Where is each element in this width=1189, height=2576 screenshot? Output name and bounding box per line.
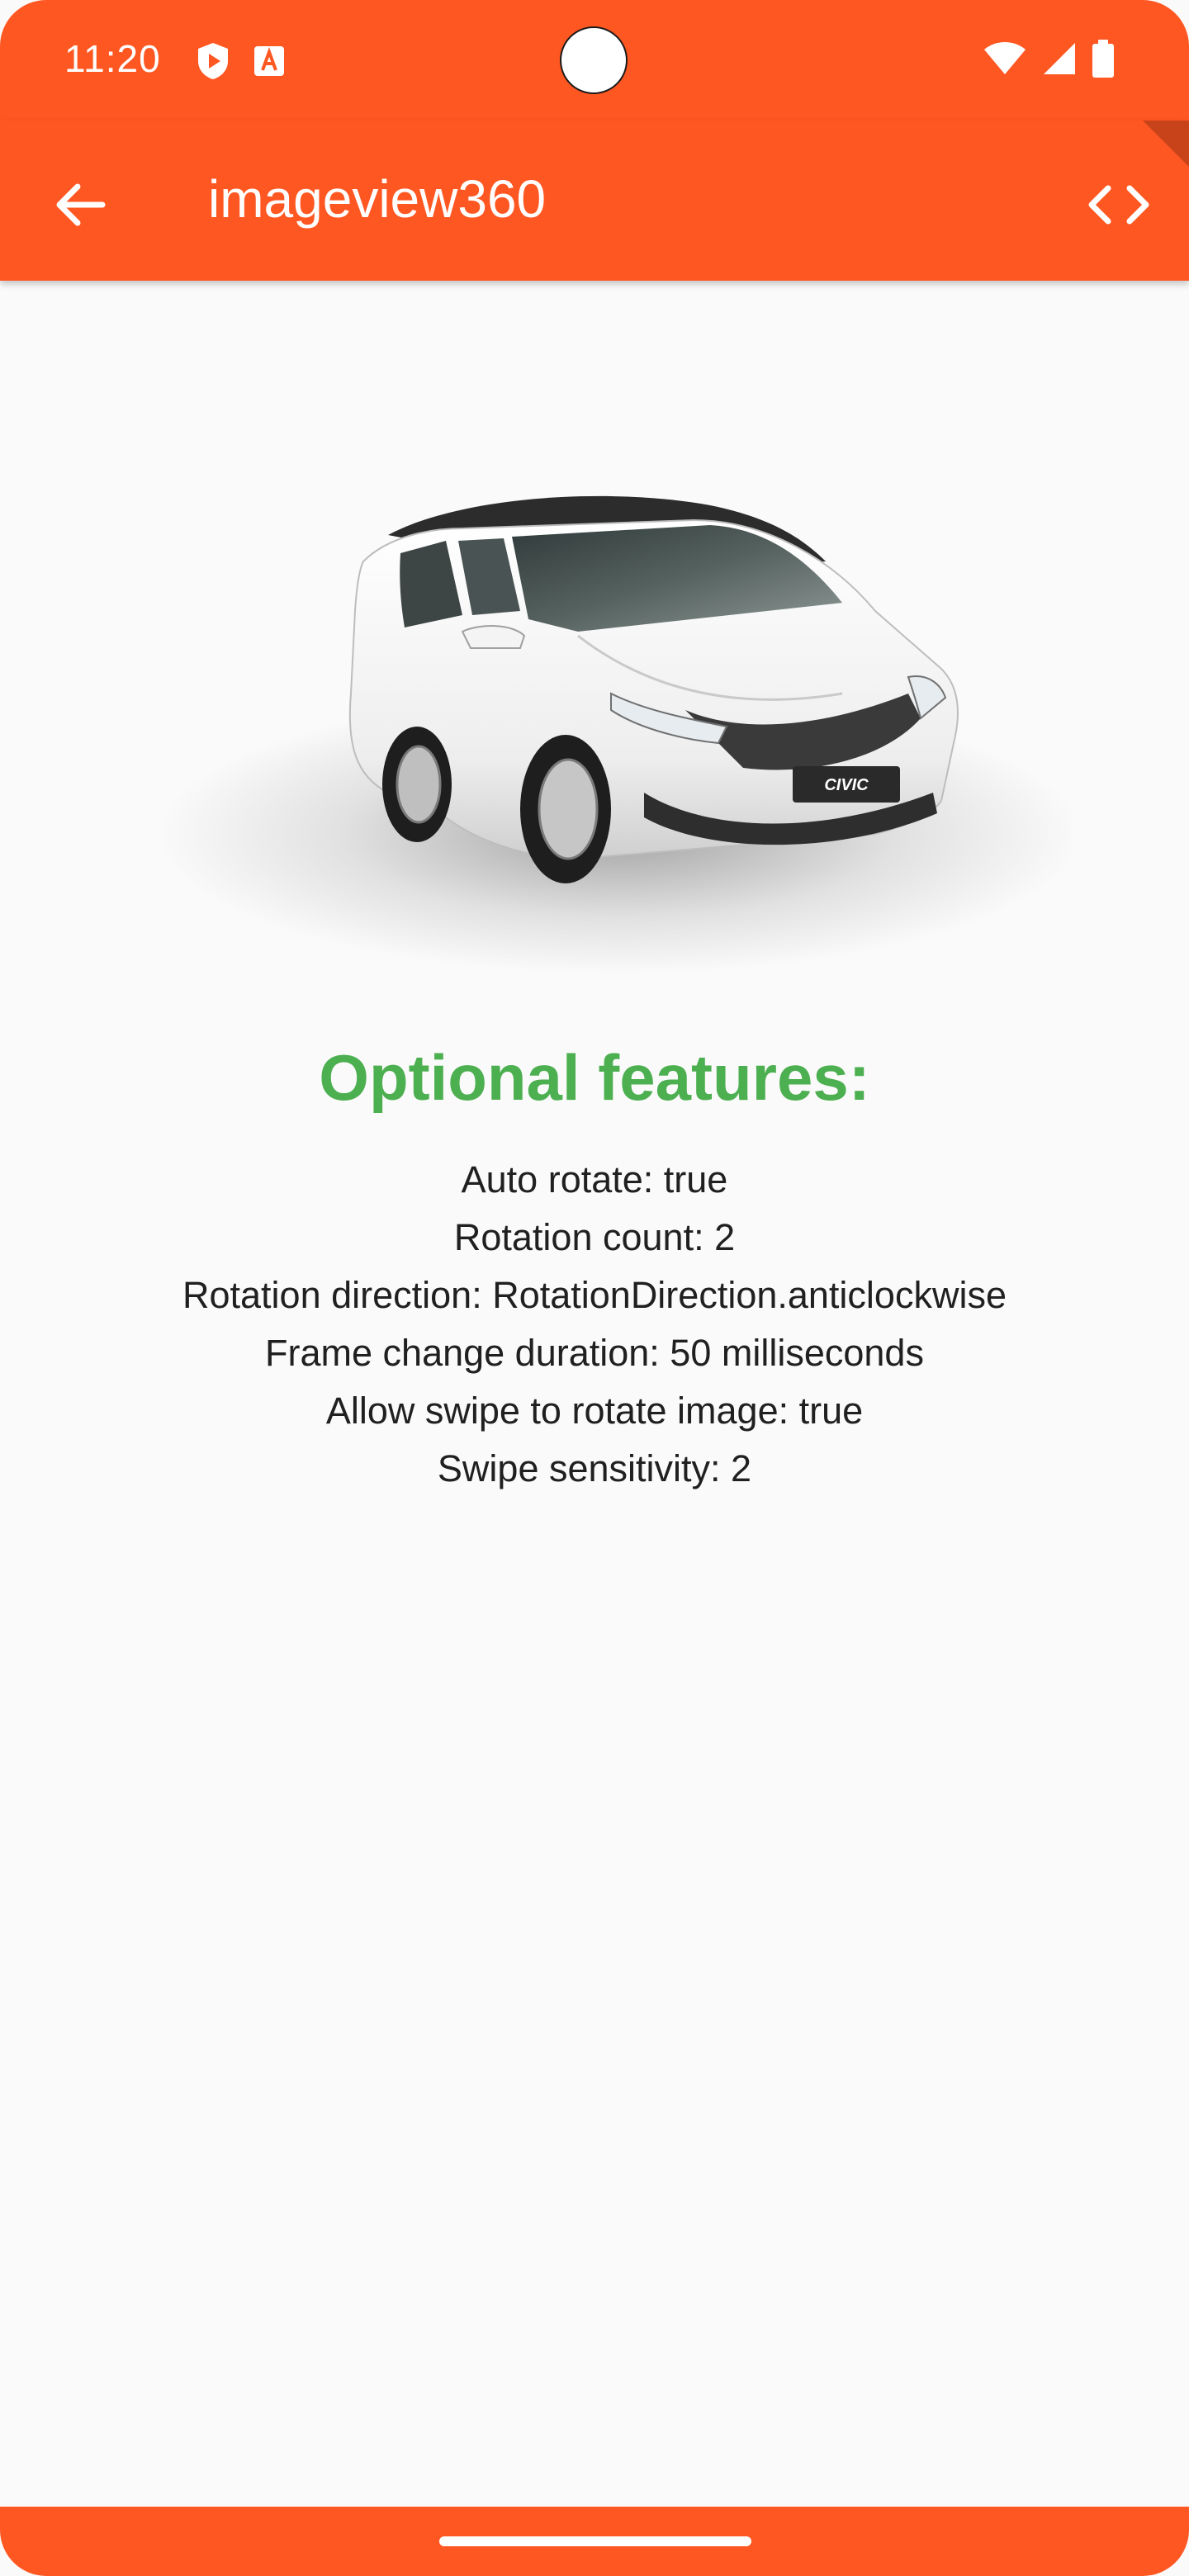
status-time: 11:20 <box>64 37 161 80</box>
shield-play-icon <box>195 41 231 85</box>
home-indicator[interactable] <box>439 2536 751 2546</box>
debug-ribbon <box>1143 121 1189 167</box>
font-a-icon <box>253 45 286 82</box>
battery-icon <box>1092 40 1115 82</box>
page-title: imageview360 <box>208 169 547 229</box>
feature-rotation-count: Rotation count: 2 <box>453 1216 736 1258</box>
car-360-image[interactable]: CIVIC <box>116 446 1082 1024</box>
navigation-bar <box>0 2507 1189 2576</box>
wifi-icon <box>983 41 1026 80</box>
feature-allow-swipe: Allow swipe to rotate image: true <box>325 1390 864 1432</box>
feature-auto-rotate: Auto rotate: true <box>461 1158 728 1200</box>
feature-frame-duration: Frame change duration: 50 milliseconds <box>265 1332 924 1374</box>
code-brackets-icon <box>1088 185 1149 225</box>
features-title: Optional features: <box>319 1041 870 1114</box>
feature-rotation-direction: Rotation direction: RotationDirection.an… <box>182 1274 1007 1316</box>
signal-icon <box>1042 41 1077 80</box>
back-button[interactable] <box>48 172 114 238</box>
model-badge-text: CIVIC <box>824 776 869 794</box>
app-screen: 11:20 imageview360 CIVIC Optional featur… <box>0 0 1189 2576</box>
arrow-back-icon <box>56 183 106 226</box>
feature-swipe-sensitivity: Swipe sensitivity: 2 <box>437 1447 752 1489</box>
view-code-button[interactable] <box>1083 172 1154 238</box>
app-bar: imageview360 <box>0 121 1189 281</box>
status-left-icons <box>195 41 304 85</box>
status-bar: 11:20 <box>0 0 1189 121</box>
status-right-icons <box>972 40 1115 82</box>
features-list: Auto rotate: true Rotation count: 2 Rota… <box>0 1151 1189 1498</box>
camera-cutout <box>560 26 628 94</box>
